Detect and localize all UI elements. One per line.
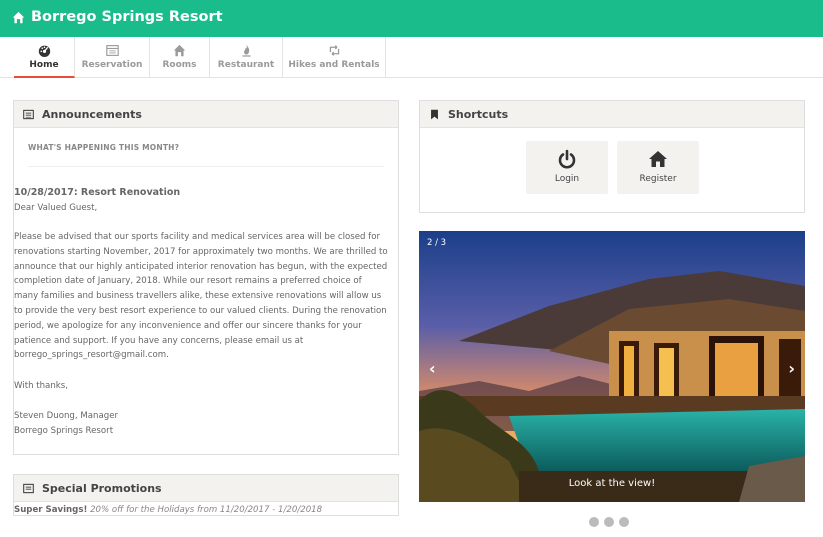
shortcuts-panel: Shortcuts Login Register — [419, 100, 805, 213]
post-title: 10/28/2017: Resort Renovation — [14, 187, 181, 198]
resort-photo — [419, 231, 805, 502]
register-shortcut[interactable]: Register — [617, 141, 699, 194]
tab-restaurant[interactable]: Restaurant — [210, 37, 283, 77]
post-line: renovations starting November, 2017 for … — [14, 246, 388, 257]
announcements-panel: Announcements WHAT'S HAPPENING THIS MONT… — [13, 100, 399, 455]
post-line: to provide the very best resort experien… — [14, 305, 387, 316]
power-icon — [558, 149, 576, 169]
post-line: announce that our highly anticipated int… — [14, 261, 388, 272]
shortcuts-title: Shortcuts — [448, 107, 509, 121]
announcements-header: Announcements — [14, 101, 398, 128]
post-line: completion date of January, 2018. While … — [14, 276, 362, 287]
tab-rooms-label: Rooms — [162, 60, 197, 70]
list-icon — [23, 483, 34, 493]
post-line: Please be advised that our sports facili… — [14, 232, 380, 242]
post-greeting: Dear Valued Guest, — [14, 203, 98, 213]
post-line: period, we apologize for any inconvenien… — [14, 320, 362, 331]
register-label: Register — [639, 174, 677, 184]
carousel-dot-1[interactable] — [589, 517, 599, 527]
tab-restaurant-label: Restaurant — [217, 60, 275, 70]
promotions-header: Special Promotions — [14, 475, 398, 502]
promotion-text: 20% off for the Holidays from 11/20/2017… — [90, 505, 323, 515]
slide-caption: Look at the view! — [568, 478, 656, 489]
promotion-label: Super Savings! — [14, 505, 88, 515]
image-carousel[interactable]: 2 / 3 ‹ › Look at the view! — [419, 231, 805, 502]
post-closing: With thanks, — [14, 381, 68, 391]
home-icon — [173, 44, 186, 56]
promotions-title: Special Promotions — [42, 481, 162, 495]
signature-name: Steven Duong, Manager — [14, 411, 119, 421]
announcements-subheading: WHAT'S HAPPENING THIS MONTH? — [28, 143, 180, 152]
signature-org: Borrego Springs Resort — [14, 426, 114, 436]
divider — [28, 166, 384, 167]
top-bar: Borrego Springs Resort — [0, 0, 823, 37]
bookmark-icon — [431, 109, 438, 119]
list-icon — [23, 109, 34, 119]
carousel-prev-button[interactable]: ‹ — [429, 359, 436, 378]
home-icon — [12, 11, 25, 23]
post-line: patience and support. If you have any co… — [14, 335, 304, 346]
brand[interactable]: Borrego Springs Resort — [12, 9, 223, 25]
post-body: Please be advised that our sports facili… — [14, 230, 400, 363]
fire-icon — [241, 44, 251, 57]
tab-reservation-label: Reservation — [81, 60, 143, 70]
carousel-indicators — [589, 517, 629, 527]
tab-reservation[interactable]: Reservation — [75, 37, 150, 77]
post-line: many families and business travellers al… — [14, 291, 382, 302]
promotion-item: Super Savings! 20% off for the Holidays … — [14, 505, 322, 515]
tab-home[interactable]: Home — [14, 37, 75, 78]
tab-hikes-and-rentals[interactable]: Hikes and Rentals — [283, 37, 386, 77]
promotions-panel: Special Promotions Super Savings! 20% of… — [13, 474, 399, 516]
dashboard-icon — [38, 45, 50, 57]
carousel-dot-2[interactable] — [604, 517, 614, 527]
email-link[interactable]: borrego_springs_resort@gmail.com. — [14, 348, 400, 363]
main-nav: Home Reservation Rooms Restaurant Hikes … — [0, 37, 823, 78]
shortcuts-header: Shortcuts — [420, 101, 804, 128]
carousel-next-button[interactable]: › — [788, 359, 795, 378]
announcements-title: Announcements — [42, 107, 142, 121]
login-label: Login — [554, 174, 580, 184]
tab-home-label: Home — [29, 60, 59, 70]
carousel-dot-3[interactable] — [619, 517, 629, 527]
home-icon — [649, 151, 667, 167]
site-title: Borrego Springs Resort — [31, 9, 223, 25]
slide-counter: 2 / 3 — [427, 238, 447, 248]
retweet-icon — [329, 44, 339, 56]
calendar-icon — [105, 44, 119, 56]
tab-rooms[interactable]: Rooms — [150, 37, 210, 77]
tab-hikes-label: Hikes and Rentals — [288, 60, 380, 70]
login-shortcut[interactable]: Login — [526, 141, 608, 194]
